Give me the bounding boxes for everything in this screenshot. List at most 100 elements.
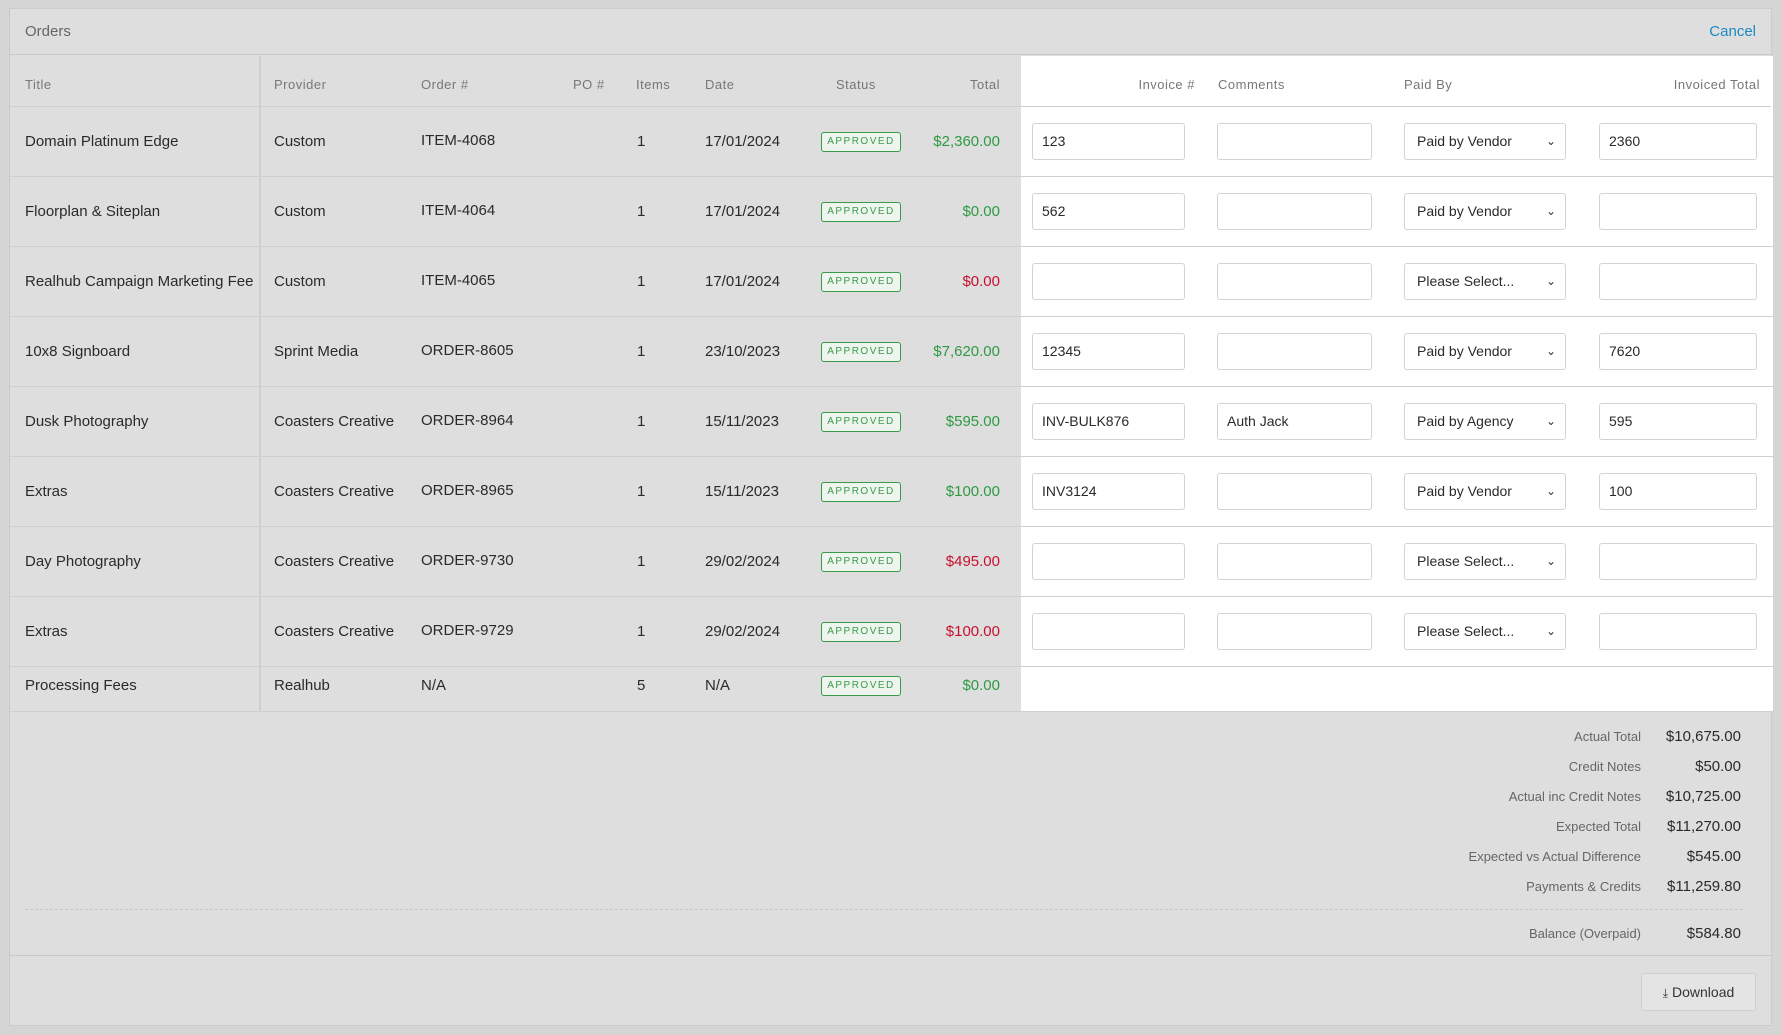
table-row: Extras Coasters Creative ORDER-8965 1 15/11/… (10, 457, 1773, 527)
invoiced-total-input[interactable]: 595 (1599, 403, 1757, 440)
row-date: 15/11/2023 (705, 413, 779, 430)
row-title: Domain Platinum Edge (25, 133, 179, 150)
col-items: Items (636, 77, 671, 92)
invoiced-total-input[interactable] (1599, 193, 1757, 230)
summary-label: Expected Total (1555, 819, 1641, 834)
invoiced-total-input[interactable]: 2360 (1599, 123, 1757, 160)
chevron-down-icon: ⌄ (1545, 204, 1556, 218)
paid-by-select[interactable]: Please Select... ⌄ (1404, 263, 1566, 300)
row-provider: Realhub (274, 677, 330, 694)
row-order: ORDER-8964 (421, 412, 514, 429)
paid-by-value: Please Select... (1417, 273, 1515, 289)
row-provider: Custom (274, 203, 326, 220)
invoiced-total-input[interactable]: 7620 (1599, 333, 1757, 370)
row-date: 23/10/2023 (705, 343, 781, 360)
row-date: 29/02/2024 (705, 553, 781, 570)
invoiced-total-input[interactable] (1599, 543, 1757, 580)
table-header: Title Provider Order # PO # Items Date S… (10, 56, 1771, 107)
balance-value: $584.80 (1686, 925, 1741, 942)
invoiced-total-input[interactable] (1599, 263, 1757, 300)
invoice-number-input[interactable]: 123 (1032, 123, 1185, 160)
summary-label: Credit Notes (1568, 759, 1641, 774)
row-order: ORDER-9729 (421, 622, 514, 639)
summary-label: Actual inc Credit Notes (1508, 789, 1641, 804)
table-row: Domain Platinum Edge Custom ITEM-4068 1 17/0… (10, 107, 1773, 177)
row-items: 5 (637, 677, 646, 694)
comments-input[interactable] (1217, 613, 1372, 650)
paid-by-select[interactable]: Please Select... ⌄ (1404, 543, 1566, 580)
paid-by-select[interactable]: Paid by Vendor ⌄ (1404, 123, 1566, 160)
col-po: PO # (573, 77, 605, 92)
row-total: $0.00 (962, 273, 1000, 290)
comments-input[interactable] (1217, 263, 1372, 300)
page-title: Orders (25, 23, 71, 40)
row-order: ITEM-4065 (421, 272, 496, 289)
row-title: Realhub Campaign Marketing Fee (25, 273, 254, 290)
row-items: 1 (637, 623, 646, 640)
table-row: Day Photography Coasters Creative ORDER-97… (10, 527, 1773, 597)
paid-by-select[interactable]: Paid by Vendor ⌄ (1404, 473, 1566, 510)
col-invoice: Invoice # (1138, 77, 1195, 92)
row-date: 17/01/2024 (705, 133, 781, 150)
row-date: 29/02/2024 (705, 623, 781, 640)
cancel-link[interactable]: Cancel (1709, 23, 1756, 40)
paid-by-value: Please Select... (1417, 553, 1515, 569)
row-order: ORDER-8965 (421, 482, 514, 499)
paid-by-select[interactable]: Paid by Vendor ⌄ (1404, 333, 1566, 370)
comments-input[interactable] (1217, 123, 1372, 160)
download-label: Download (1672, 984, 1735, 1000)
invoice-number-input[interactable] (1032, 263, 1185, 300)
table-row: 10x8 Signboard Sprint Media ORDER-8605 1 23/… (10, 317, 1773, 387)
paid-by-select[interactable]: Paid by Agency ⌄ (1404, 403, 1566, 440)
summary-value: $11,259.80 (1667, 878, 1741, 895)
paid-by-select[interactable]: Please Select... ⌄ (1404, 613, 1566, 650)
invoice-number-input[interactable]: INV3124 (1032, 473, 1185, 510)
row-items: 1 (637, 203, 646, 220)
paid-by-select[interactable]: Paid by Vendor ⌄ (1404, 193, 1566, 230)
row-items: 1 (637, 133, 646, 150)
comments-input[interactable] (1217, 193, 1372, 230)
invoice-number-input[interactable] (1032, 543, 1185, 580)
table-row: Floorplan & Siteplan Custom ITEM-4064 1 17/0… (10, 177, 1773, 247)
comments-input[interactable]: Auth Jack (1217, 403, 1372, 440)
panel-footer: ⤓ Download (10, 955, 1771, 1027)
chevron-down-icon: ⌄ (1545, 624, 1556, 638)
row-date: N/A (705, 677, 731, 694)
paid-by-value: Paid by Vendor (1417, 343, 1512, 359)
col-invoiced-total: Invoiced Total (1673, 77, 1760, 92)
invoice-number-input[interactable]: 12345 (1032, 333, 1185, 370)
invoice-number-input[interactable]: INV-BULK876 (1032, 403, 1185, 440)
row-title: Processing Fees (25, 677, 137, 694)
table-row: Extras Coasters Creative ORDER-9729 1 29/02/… (10, 597, 1773, 667)
orders-panel: Orders Cancel Title Provider Order # PO … (9, 8, 1773, 1027)
row-items: 1 (637, 483, 646, 500)
col-comments: Comments (1218, 77, 1285, 92)
invoiced-total-input[interactable]: 100 (1599, 473, 1757, 510)
download-button[interactable]: ⤓ Download (1641, 973, 1756, 1011)
comments-input[interactable] (1217, 473, 1372, 510)
comments-input[interactable] (1217, 543, 1372, 580)
row-date: 15/11/2023 (705, 483, 779, 500)
invoice-number-input[interactable] (1032, 613, 1185, 650)
paid-by-value: Paid by Agency (1417, 413, 1514, 429)
col-provider: Provider (274, 77, 327, 92)
summary-value: $50.00 (1695, 758, 1741, 775)
summary-value: $10,725.00 (1665, 788, 1741, 805)
summary-label: Actual Total (1574, 729, 1641, 744)
row-title: Day Photography (25, 553, 141, 570)
summary-label: Payments & Credits (1526, 879, 1641, 894)
summary-value: $545.00 (1686, 848, 1741, 865)
row-order: ORDER-9730 (421, 552, 514, 569)
row-total: $100.00 (945, 623, 1000, 640)
col-total: Total (970, 77, 1000, 92)
paid-by-value: Paid by Vendor (1417, 203, 1512, 219)
row-items: 1 (637, 553, 646, 570)
row-items: 1 (637, 413, 646, 430)
invoiced-total-input[interactable] (1599, 613, 1757, 650)
row-total: $0.00 (962, 203, 1000, 220)
row-total: $595.00 (945, 413, 1000, 430)
comments-input[interactable] (1217, 333, 1372, 370)
invoice-number-input[interactable]: 562 (1032, 193, 1185, 230)
panel-header: Orders Cancel (10, 9, 1771, 55)
summary-value: $11,270.00 (1667, 818, 1741, 835)
